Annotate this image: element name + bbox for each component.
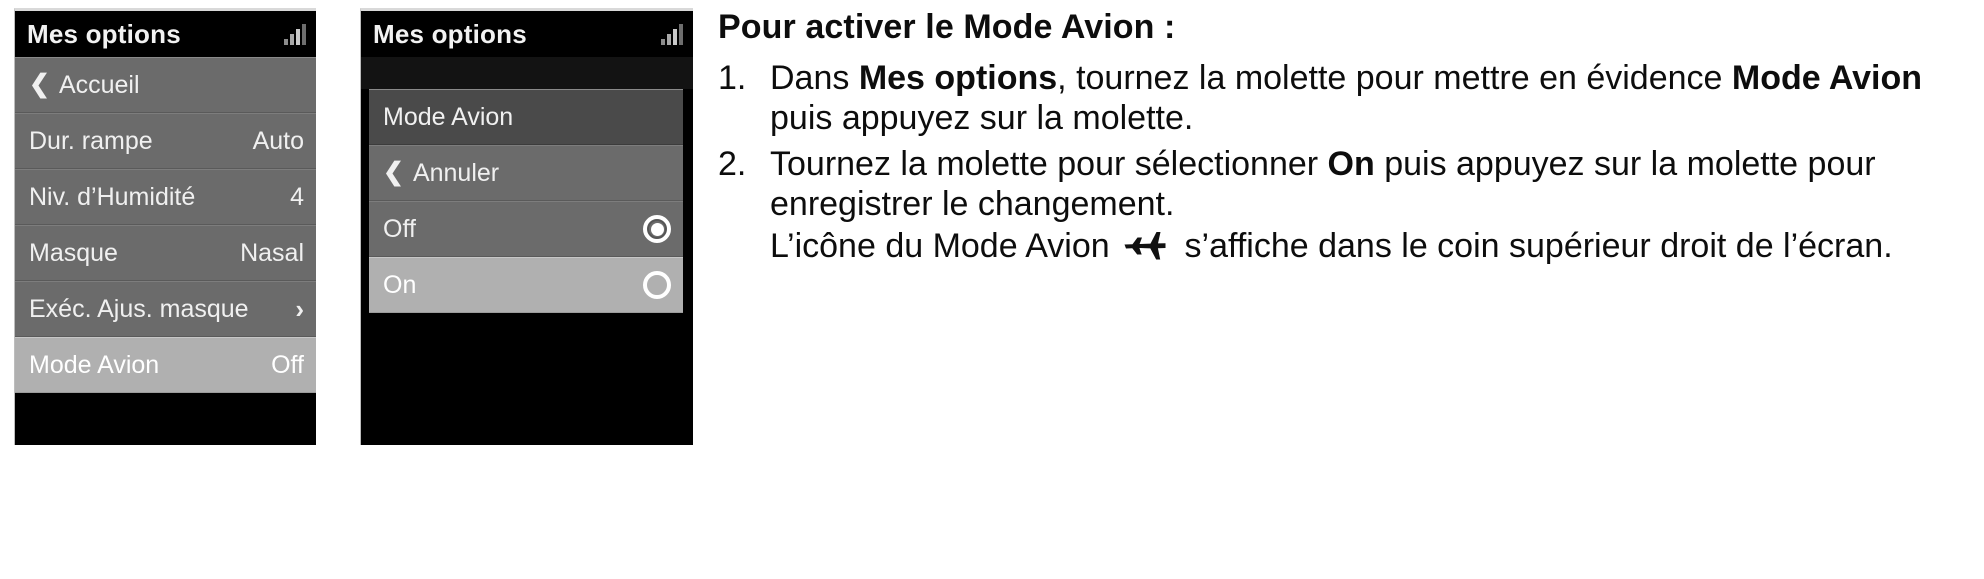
menu-item-value: Nasal [240,238,304,267]
screen2-menu-list: Mode Avion ❮ Annuler Off On [369,89,683,313]
menu-item-label: Masque [29,238,118,267]
step-text-part: , tournez la molette pour mettre en évid… [1057,59,1732,97]
instructions-step-1: 1. Dans Mes options, tournez la molette … [718,58,1980,138]
menu-item-label: Dur. rampe [29,126,153,155]
step-text-part: puis appuyez sur la molette. [770,99,1194,137]
radio-unselected-icon[interactable] [643,271,671,299]
step-number: 2. [718,145,747,183]
radio-option-on[interactable]: On [369,257,683,313]
menu-item-masque[interactable]: Masque Nasal [15,225,316,281]
instructions-panel: Pour activer le Mode Avion : 1. Dans Mes… [718,6,1980,272]
step-text: Tournez la molette pour sélectionner On … [770,144,1980,224]
menu-item-label: Niv. d’Humidité [29,182,196,211]
screen1-title: Mes options [27,19,181,49]
screen2-title: Mes options [373,19,527,49]
page-root: Mes options ❮ Accueil Dur. rampe Auto Ni… [0,0,1984,579]
sub-text-part: L’icône du Mode Avion [770,227,1120,265]
menu-item-label: Annuler [412,158,500,187]
chevron-left-icon: ❮ [29,69,50,98]
menu-item-label: Mode Avion [29,350,160,379]
menu-item-value: 4 [290,182,304,211]
chevron-left-icon: ❮ [383,157,404,186]
screen2-spacer [361,57,693,89]
radio-option-off[interactable]: Off [369,201,683,257]
step-sub-paragraph: L’icône du Mode Avion s’affiche dans le … [770,226,1980,266]
step-text-bold-mes-options: Mes options [858,59,1058,97]
instructions-step-2: 2. Tournez la molette pour sélectionner … [718,144,1980,266]
device-screen-mode-avion: Mes options Mode Avion ❮ Annuler Off On [360,8,693,445]
step-number: 1. [718,59,747,97]
step-text-part: Dans [770,59,859,97]
menu-item-label: Accueil [58,70,140,99]
radio-selected-icon[interactable] [643,215,671,243]
submenu-title-label: Mode Avion [383,102,514,131]
step-text-bold-on: On [1327,145,1375,183]
submenu-title-mode-avion: Mode Avion [369,89,683,145]
menu-item-accueil[interactable]: ❮ Accueil [15,57,316,113]
airplane-icon [1123,229,1167,263]
signal-bars-icon [284,23,306,45]
menu-item-dur-rampe[interactable]: Dur. rampe Auto [15,113,316,169]
step-text: Dans Mes options, tournez la molette pou… [770,58,1980,138]
step-text-part: Tournez la molette pour sélectionner [770,145,1328,183]
radio-option-label: Off [383,214,416,243]
instructions-heading: Pour activer le Mode Avion : [718,8,1176,46]
instructions-step-list: 1. Dans Mes options, tournez la molette … [718,58,1980,266]
screen1-title-bar: Mes options [15,11,316,57]
sub-text-part: s’affiche dans le coin supérieur droit d… [1175,227,1893,265]
screen1-menu-list: ❮ Accueil Dur. rampe Auto Niv. d’Humidit… [15,57,316,393]
device-screen-my-options: Mes options ❮ Accueil Dur. rampe Auto Ni… [14,8,316,445]
radio-option-label: On [383,270,417,299]
menu-item-niv-humidite[interactable]: Niv. d’Humidité 4 [15,169,316,225]
signal-bars-icon [661,23,683,45]
chevron-right-icon: › [295,294,304,324]
menu-item-mode-avion[interactable]: Mode Avion Off [15,337,316,393]
menu-item-value: Off [271,350,304,379]
menu-item-exec-ajus-masque[interactable]: Exéc. Ajus. masque › [15,281,316,337]
step-text-bold-mode-avion: Mode Avion [1731,59,1923,97]
menu-item-annuler[interactable]: ❮ Annuler [369,145,683,201]
menu-item-label: Exéc. Ajus. masque [29,294,249,323]
screen2-title-bar: Mes options [361,11,693,57]
menu-item-value: Auto [252,126,304,155]
